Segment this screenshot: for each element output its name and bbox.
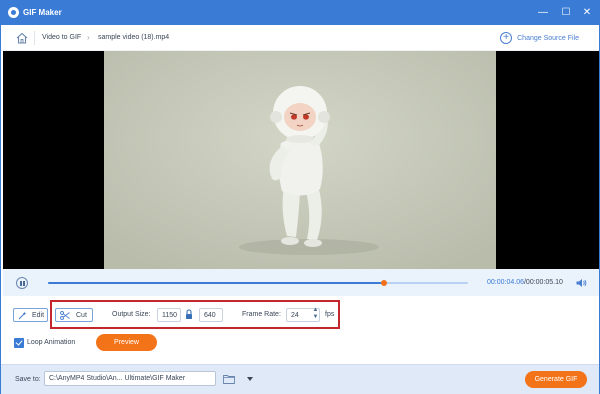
current-time: 00:00:04.06 bbox=[487, 279, 524, 286]
chevron-right-icon: › bbox=[87, 33, 90, 42]
breadcrumb-divider bbox=[34, 31, 35, 45]
frame-rate-stepper[interactable]: ▲ ▼ bbox=[312, 307, 319, 323]
gif-settings-panel: Edit Cut Output Size: 1150 640 Frame Rat… bbox=[3, 296, 599, 364]
edit-label: Edit bbox=[32, 311, 45, 319]
astronaut-figure-image bbox=[104, 51, 496, 269]
fps-label: fps bbox=[325, 311, 335, 318]
generate-gif-button[interactable]: Generate GIF bbox=[525, 371, 587, 388]
pause-icon[interactable] bbox=[16, 277, 28, 289]
lock-icon[interactable] bbox=[185, 309, 193, 320]
folder-icon[interactable] bbox=[223, 374, 235, 384]
time-display: 00:00:04.06/00:00:05.10 bbox=[487, 279, 563, 286]
seek-slider[interactable] bbox=[48, 280, 468, 286]
save-to-label: Save to: bbox=[15, 376, 41, 383]
video-frame bbox=[104, 51, 496, 269]
output-size-label: Output Size: bbox=[112, 311, 151, 318]
loop-animation-label[interactable]: Loop Animation bbox=[27, 339, 75, 346]
breadcrumb-video-to-gif[interactable]: Video to GIF bbox=[42, 34, 81, 41]
gif-maker-window: GIF Maker — ☐ ✕ Video to GIF › sample vi… bbox=[0, 0, 600, 394]
chevron-up-icon[interactable]: ▲ bbox=[312, 307, 319, 314]
duration: /00:00:05.10 bbox=[523, 279, 563, 286]
edit-button[interactable]: Edit bbox=[13, 308, 48, 322]
playback-bar: 00:00:04.06/00:00:05.10 bbox=[3, 269, 599, 296]
width-input[interactable]: 1150 bbox=[157, 308, 181, 322]
add-circle-icon: + bbox=[500, 32, 513, 44]
change-source-file-button[interactable]: + Change Source File bbox=[500, 32, 579, 44]
title-bar: GIF Maker — ☐ ✕ bbox=[1, 1, 599, 25]
cut-button[interactable]: Cut bbox=[55, 308, 93, 322]
chevron-down-icon[interactable]: ▼ bbox=[312, 314, 319, 321]
app-logo-icon bbox=[8, 7, 19, 18]
save-path-select[interactable]: C:\AnyMP4 Studio\An... Ultimate\GIF Make… bbox=[44, 371, 253, 386]
frame-rate-label: Frame Rate: bbox=[242, 311, 281, 318]
video-preview bbox=[3, 51, 599, 269]
window-title: GIF Maker bbox=[23, 8, 62, 17]
chevron-down-icon[interactable] bbox=[247, 377, 253, 381]
magic-wand-icon bbox=[18, 311, 27, 319]
minimize-icon[interactable]: — bbox=[535, 5, 551, 21]
breadcrumb: Video to GIF › sample video (18).mp4 + C… bbox=[1, 25, 599, 51]
close-icon[interactable]: ✕ bbox=[579, 5, 595, 21]
seek-handle[interactable] bbox=[381, 280, 387, 286]
loop-animation-checkbox[interactable] bbox=[14, 338, 24, 348]
preview-button[interactable]: Preview bbox=[96, 334, 157, 351]
home-icon[interactable] bbox=[15, 31, 29, 45]
change-source-label: Change Source File bbox=[517, 34, 579, 42]
scissors-icon bbox=[60, 310, 70, 320]
breadcrumb-file-name: sample video (18).mp4 bbox=[98, 34, 170, 41]
footer-bar: Save to: C:\AnyMP4 Studio\An... Ultimate… bbox=[1, 364, 599, 394]
volume-icon[interactable] bbox=[575, 277, 587, 289]
maximize-icon[interactable]: ☐ bbox=[558, 5, 574, 21]
height-input[interactable]: 640 bbox=[199, 308, 223, 322]
cut-label: Cut bbox=[76, 311, 87, 319]
save-path-value: C:\AnyMP4 Studio\An... Ultimate\GIF Make… bbox=[49, 375, 186, 382]
seek-progress bbox=[48, 282, 384, 284]
